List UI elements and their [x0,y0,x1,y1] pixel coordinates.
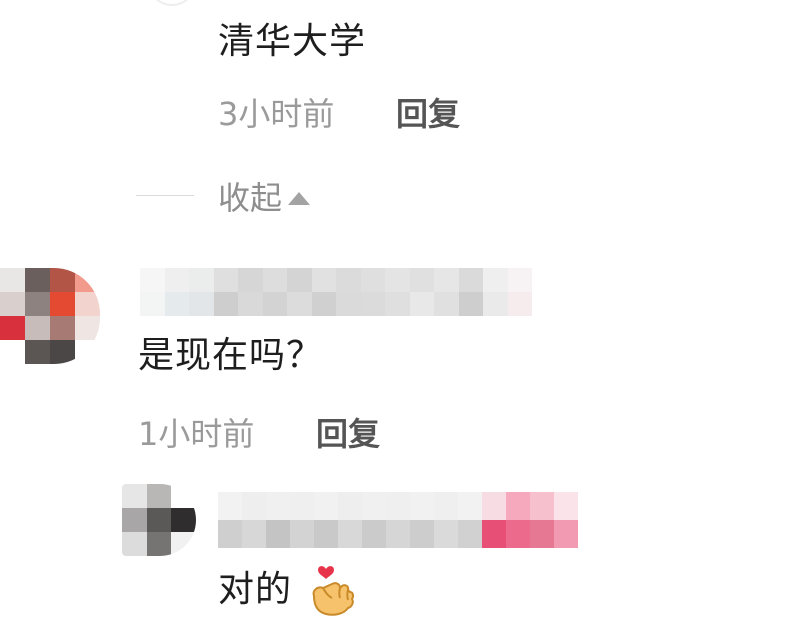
reply-text: 清华大学 [218,21,367,62]
username-blurred[interactable] [140,268,532,316]
collapse-divider [136,195,194,196]
triangle-up-icon [288,191,311,205]
comment-timestamp: 1小时前 [138,415,255,453]
reply-username-blurred[interactable] [218,492,578,548]
collapse-label: 收起 [218,179,283,217]
avatar-partial[interactable] [148,0,196,6]
comment-text: 是现在吗？ [138,335,324,376]
reply-avatar[interactable] [122,484,196,556]
finger-heart-emoji [312,566,355,616]
reply-text: 对的 [218,569,293,610]
reply-button[interactable]: 回复 [316,418,380,450]
reply-button[interactable]: 回复 [396,98,460,130]
avatar[interactable] [0,268,100,364]
reply-timestamp: 3小时前 [218,95,335,133]
collapse-replies-button[interactable]: 收起 [218,178,311,218]
